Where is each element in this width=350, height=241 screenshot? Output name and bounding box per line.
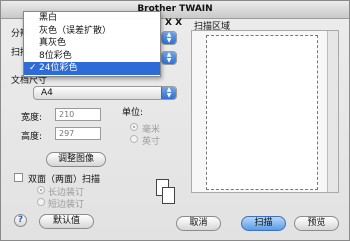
scan-area-selection[interactable] [206,35,318,190]
duplex-pages-icon [156,179,178,207]
cancel-button[interactable]: 取消 [176,216,221,231]
short-edge-radio[interactable] [37,198,45,206]
scan-area-preview[interactable] [191,30,339,193]
resolution-popup-fragment[interactable]: ▲ ▼ [161,31,177,45]
short-edge-label: 短边装订 [48,200,85,210]
long-edge-radio[interactable] [37,186,45,194]
resolution-value-fragment: X X [165,18,183,28]
menu-item-true-gray[interactable]: 真灰色 [24,37,160,50]
scan-button[interactable]: 扫描 [241,216,286,231]
height-field[interactable]: 297 [55,127,101,140]
menu-item-gray-error-diffusion[interactable]: 灰色（误差扩散） [24,25,160,38]
document-size-value: A4 [41,88,53,98]
document-size-popup[interactable]: A4 ▲ ▼ [33,86,177,100]
scanner-dialog: Brother TWAIN 分辨 X X 扫描 ▲ ▼ ▲ ▼ 黑白 灰色（误差扩散… [0,0,350,241]
scan-area-scrollbar[interactable] [327,31,338,192]
checkmark-icon: ✓ [29,63,37,74]
scan-type-menu[interactable]: 黑白 灰色（误差扩散） 真灰色 8位彩色 ✓ 24位彩色 [23,11,161,77]
menu-item-8bit-color[interactable]: 8位彩色 [24,50,160,63]
default-values-button[interactable]: 默认值 [39,214,94,229]
unit-inch-label: 英寸 [142,137,161,147]
help-button[interactable]: ? [14,214,27,227]
duplex-checkbox[interactable] [14,173,23,182]
preview-button[interactable]: 预览 [294,216,339,231]
unit-inch-radio[interactable] [130,135,138,143]
popup-arrows-icon: ▲ ▼ [162,32,176,44]
adjust-image-button[interactable]: 调整图像 [46,152,106,167]
popup-arrows-icon: ▲ ▼ [161,87,176,99]
unit-label: 单位: [122,108,144,118]
menu-item-black-white[interactable]: 黑白 [24,12,160,25]
width-field[interactable]: 210 [55,108,101,121]
width-label: 宽度: [21,113,43,123]
height-label: 高度: [21,132,43,142]
duplex-label: 双面（两面）扫描 [28,175,101,185]
unit-mm-radio[interactable] [130,123,138,131]
scan-type-popup-fragment[interactable]: ▲ ▼ [161,51,177,65]
menu-item-24bit-color[interactable]: ✓ 24位彩色 [24,62,160,75]
popup-arrows-icon: ▲ ▼ [162,52,176,64]
